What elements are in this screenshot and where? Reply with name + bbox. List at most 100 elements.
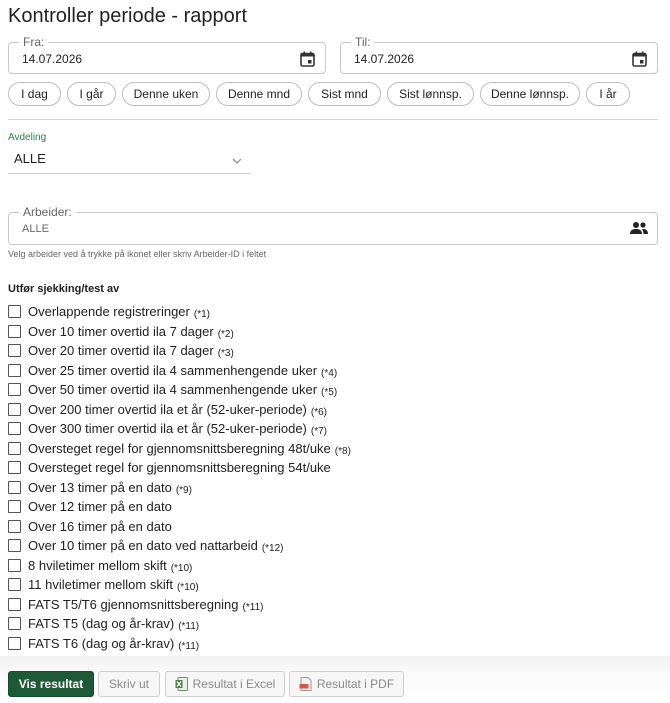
check-label: Oversteget regel for gjennomsnittsberegn… (28, 440, 331, 456)
check-label: Over 300 timer overtid ila et år (52-uke… (28, 421, 307, 437)
check-item[interactable]: Overlappende registreringer (*1) (8, 302, 351, 322)
check-item[interactable]: Oversteget regel for gjennomsnittsberegn… (8, 439, 351, 459)
check-item[interactable]: Over 25 timer overtid ila 4 sammenhengen… (8, 361, 351, 381)
check-label: Over 16 timer på en dato (28, 518, 172, 534)
to-date-field[interactable]: Til: 14.07.2026 (340, 35, 658, 74)
excel-icon (175, 677, 188, 691)
divider (8, 119, 658, 120)
checkbox[interactable] (8, 344, 21, 358)
checkbox[interactable] (8, 422, 21, 436)
show-result-button[interactable]: Vis resultat (8, 671, 94, 697)
check-note: (*11) (242, 601, 264, 613)
department-value: ALLE (14, 151, 46, 166)
pdf-button[interactable]: Resultat i PDF (289, 671, 404, 697)
check-item[interactable]: Oversteget regel for gjennomsnittsberegn… (8, 458, 351, 478)
check-label: 8 hviletimer mellom skift (28, 557, 167, 573)
check-note: (*8) (334, 445, 351, 457)
check-note: (*11) (178, 621, 200, 633)
check-item[interactable]: Over 200 timer overtid ila et år (52-uke… (8, 400, 351, 420)
check-item[interactable]: Over 10 timer på en dato ved nattarbeid(… (8, 536, 351, 556)
check-label: Over 12 timer på en dato (28, 499, 172, 515)
checkbox[interactable] (8, 363, 21, 377)
chip-this-week[interactable]: Denne uken (122, 82, 210, 106)
check-item[interactable]: FATS T5/T6 gjennomsnittsberegning (*11) (8, 595, 351, 615)
excel-button-label: Resultat i Excel (192, 677, 276, 691)
checks-list: Overlappende registreringer (*1) Over 10 … (8, 302, 351, 653)
checkbox[interactable] (8, 324, 21, 338)
check-label: Overlappende registreringer (28, 304, 190, 320)
check-label: Over 13 timer på en dato (28, 479, 172, 495)
checkbox[interactable] (8, 500, 21, 514)
chip-this-year[interactable]: I år (586, 82, 630, 106)
check-item[interactable]: Over 13 timer på en dato (*9) (8, 478, 351, 498)
checkbox[interactable] (8, 636, 21, 650)
from-date-field[interactable]: Fra: 14.07.2026 (8, 35, 326, 74)
check-item[interactable]: Over 20 timer overtid ila 7 dager (*3) (8, 341, 351, 361)
checkbox[interactable] (8, 480, 21, 494)
check-note: (*7) (310, 426, 328, 438)
page-title: Kontroller periode - rapport (8, 5, 248, 27)
check-note: (*10) (170, 562, 193, 574)
check-label: 11 hviletimer mellom skift (28, 577, 173, 593)
check-item[interactable]: 8 hviletimer mellom skift (*10) (8, 556, 351, 576)
check-label: Over 10 timer på en dato ved nattarbeid (28, 538, 258, 554)
check-label: FATS T5/T6 gjennomsnittsberegning (28, 596, 239, 612)
check-label: FATS T6 (dag og år-krav) (28, 635, 175, 651)
checkbox[interactable] (8, 519, 21, 533)
check-label: Over 25 timer overtid ila 4 sammenhengen… (28, 362, 318, 378)
checkbox[interactable] (8, 305, 21, 319)
chip-yesterday[interactable]: I går (67, 82, 116, 106)
chevron-down-icon (232, 158, 242, 164)
department-label: Avdeling (8, 132, 47, 143)
checkbox[interactable] (8, 578, 21, 592)
check-label: Over 10 timer overtid ila 7 dager (28, 323, 214, 339)
checkbox[interactable] (8, 558, 21, 572)
chip-this-month[interactable]: Denne mnd (216, 82, 302, 106)
checkbox[interactable] (8, 461, 21, 475)
chip-today[interactable]: I dag (8, 82, 61, 106)
checkbox[interactable] (8, 402, 21, 416)
checkbox[interactable] (8, 441, 21, 455)
check-note: (*10) (176, 582, 199, 594)
chip-last-month[interactable]: Sist mnd (308, 82, 381, 106)
pdf-icon (299, 677, 312, 691)
check-item[interactable]: FATS T6 (dag og år-krav) (*11) (8, 634, 351, 654)
check-item[interactable]: FATS T5 (dag og år-krav) (*11) (8, 614, 351, 634)
people-icon[interactable] (629, 221, 649, 235)
checkbox[interactable] (8, 383, 21, 397)
checks-title: Utfør sjekking/test av (8, 283, 120, 295)
from-date-label: Fra: (19, 35, 49, 49)
calendar-icon[interactable] (632, 51, 647, 67)
checkbox[interactable] (8, 597, 21, 611)
check-item[interactable]: Over 12 timer på en dato (8, 497, 351, 517)
check-note: (*1) (193, 309, 210, 321)
chip-last-payperiod[interactable]: Sist lønnsp. (387, 82, 474, 106)
to-date-value[interactable]: 14.07.2026 (354, 52, 414, 66)
department-select[interactable]: ALLE (8, 146, 250, 174)
check-note: (*6) (310, 406, 328, 418)
check-label: Oversteget regel for gjennomsnittsberegn… (28, 460, 331, 476)
excel-button[interactable]: Resultat i Excel (165, 671, 285, 697)
from-date-value[interactable]: 14.07.2026 (22, 52, 82, 66)
check-label: Over 200 timer overtid ila et år (52-uke… (28, 401, 307, 417)
worker-input[interactable]: ALLE (22, 223, 49, 235)
check-item[interactable]: 11 hviletimer mellom skift (*10) (8, 575, 351, 595)
check-item[interactable]: Over 300 timer overtid ila et år (52-uke… (8, 419, 351, 439)
print-button[interactable]: Skriv ut (98, 671, 160, 697)
check-label: Over 20 timer overtid ila 7 dager (28, 343, 214, 359)
chip-this-payperiod[interactable]: Denne lønnsp. (480, 82, 580, 106)
checkbox[interactable] (8, 539, 21, 553)
worker-field[interactable]: Arbeider: ALLE (8, 205, 658, 245)
check-note: (*5) (321, 387, 338, 399)
check-note: (*2) (217, 328, 234, 340)
check-note: (*12) (261, 543, 284, 555)
check-item[interactable]: Over 10 timer overtid ila 7 dager (*2) (8, 322, 351, 342)
worker-label: Arbeider: (19, 205, 76, 219)
calendar-icon[interactable] (300, 51, 315, 67)
check-item[interactable]: Over 50 timer overtid ila 4 sammenhengen… (8, 380, 351, 400)
checkbox[interactable] (8, 617, 21, 631)
pdf-button-label: Resultat i PDF (316, 677, 395, 691)
check-note: (*11) (178, 640, 200, 652)
check-label: Over 50 timer overtid ila 4 sammenhengen… (28, 382, 318, 398)
check-item[interactable]: Over 16 timer på en dato (8, 517, 351, 537)
